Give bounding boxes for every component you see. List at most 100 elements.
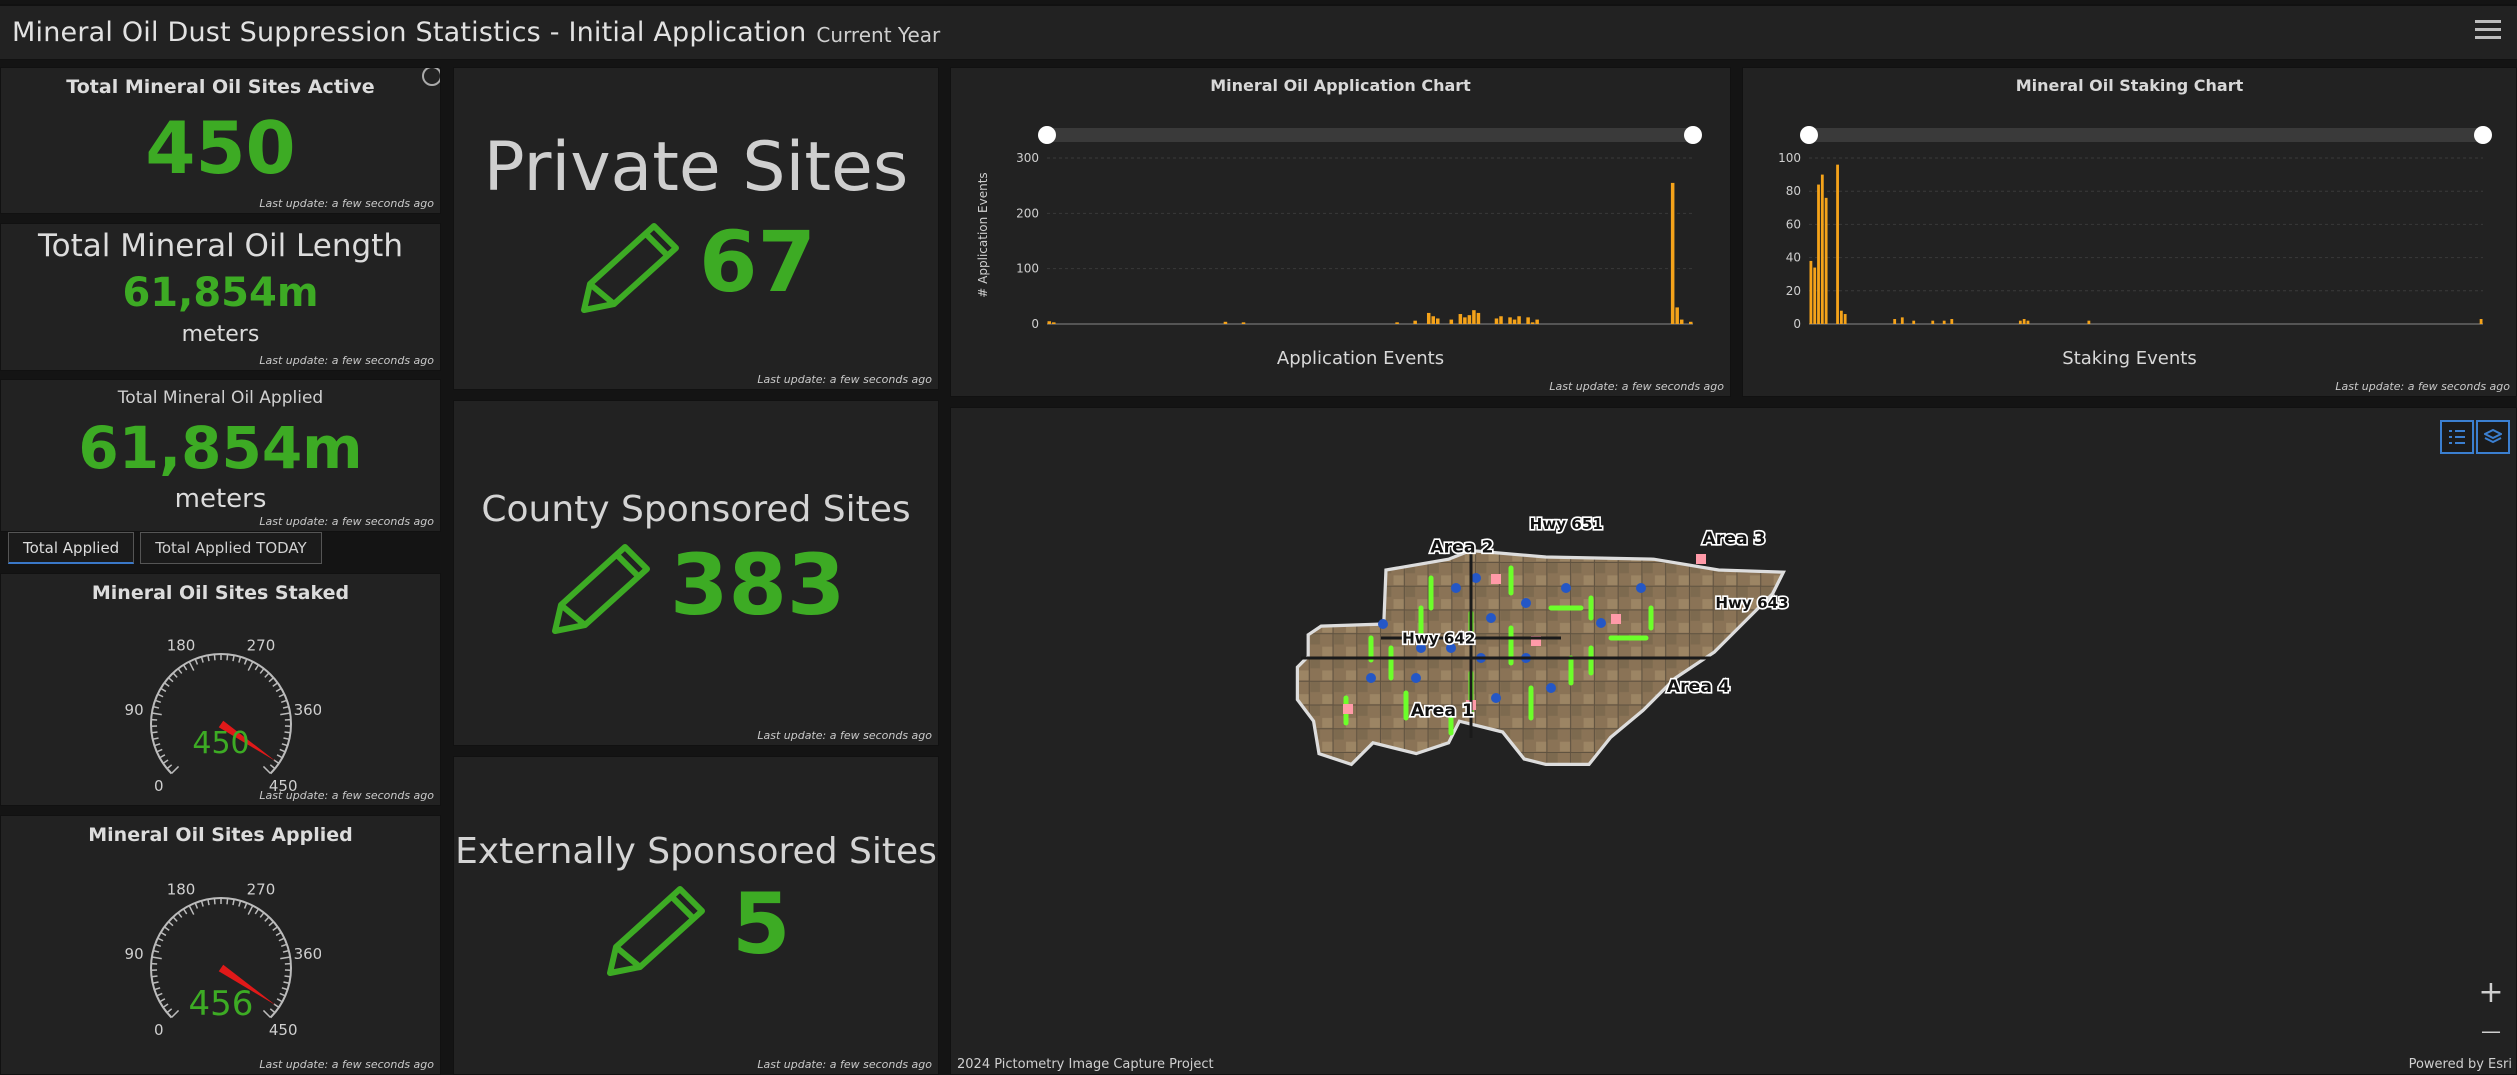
gauge-staked-tick [264, 672, 270, 678]
gauge-applied-tick-label: 360 [294, 945, 321, 963]
application-chart-ytick-label: 0 [1031, 317, 1039, 331]
powered-by-esri[interactable]: Powered by Esri [2409, 1057, 2512, 1072]
application-chart-bar[interactable] [1458, 314, 1463, 324]
map-canvas[interactable]: Area 1 Area 2 Area 3 Area 4 Hwy 651 Hwy … [951, 408, 2517, 1075]
gauge-staked-tick [280, 712, 291, 716]
tab-total-applied-today[interactable]: Total Applied TODAY [140, 532, 322, 564]
gauge-applied-tick [162, 1003, 169, 1008]
staking-chart-bar[interactable] [1893, 319, 1897, 324]
application-chart-bar[interactable] [1526, 317, 1530, 324]
staking-chart-bar[interactable] [1820, 174, 1824, 324]
gauge-applied-tick [153, 949, 160, 953]
application-chart-slider-start-handle[interactable] [1038, 126, 1056, 144]
gauge-staked-tick [238, 656, 242, 663]
gauge-staked-tick [182, 664, 188, 671]
gauge-staked-tick [200, 656, 204, 663]
gauge-staked-tick [153, 705, 160, 709]
application-chart-bar[interactable] [1517, 316, 1521, 324]
application-chart-bar[interactable] [1508, 317, 1512, 324]
application-chart-bar[interactable] [1395, 322, 1399, 324]
gauge-staked-label: Mineral Oil Sites Staked [91, 582, 350, 604]
gauge-applied-value: 456 [188, 984, 254, 1024]
staking-chart-bar[interactable] [1809, 260, 1813, 324]
gauge-applied-tick [283, 981, 290, 985]
gauge-applied-tick [264, 916, 270, 922]
staking-chart-bar[interactable] [1912, 320, 1916, 324]
application-chart-bar[interactable] [1670, 182, 1675, 324]
application-chart-bar[interactable] [1426, 312, 1431, 324]
gauge-applied-tick [157, 937, 164, 942]
staking-chart-panel: Mineral Oil Staking Chart 0 20 40 60 80 100 S… [1742, 67, 2517, 397]
application-chart-range-slider[interactable] [1047, 128, 1693, 142]
gauge-staked-tick [276, 754, 283, 759]
application-chart-bar[interactable] [1047, 321, 1052, 324]
staking-chart-slider-end-handle[interactable] [2474, 126, 2492, 144]
tab-total-applied[interactable]: Total Applied [8, 532, 135, 564]
map-label-area-4: Area 4 [1667, 677, 1730, 697]
staking-chart-bar[interactable] [1843, 314, 1847, 324]
zoom-out-button[interactable]: — [2474, 1016, 2508, 1048]
application-chart-bar[interactable] [1535, 319, 1539, 324]
gauge-staked-tick [156, 748, 163, 753]
application-chart-bar[interactable] [1675, 307, 1679, 324]
gauge-staked-tick [280, 699, 288, 704]
application-chart-bar[interactable] [1679, 319, 1684, 324]
gauge-applied-tick [275, 931, 282, 937]
application-chart-bar[interactable] [1512, 319, 1517, 324]
application-chart-bar[interactable] [1449, 319, 1454, 324]
private-sites-label: Private Sites [483, 128, 909, 207]
gauge-staked-tick [170, 765, 180, 775]
gauge-staked-tick [278, 693, 285, 698]
last-update-stamp: Last update: a few seconds ago [259, 1058, 434, 1071]
application-chart-bar[interactable] [1463, 317, 1467, 324]
staking-chart-bar[interactable] [1950, 319, 1954, 324]
last-update-stamp: Last update: a few seconds ago [259, 515, 434, 528]
legend-icon[interactable] [2440, 420, 2474, 454]
staking-chart-bar[interactable] [1839, 310, 1843, 324]
application-chart-slider-end-handle[interactable] [1684, 126, 1702, 144]
zoom-in-button[interactable]: + [2474, 978, 2508, 1010]
gauge-staked-tick [152, 737, 159, 741]
application-chart-bar[interactable] [1223, 321, 1228, 324]
gauge-applied-tick [268, 921, 275, 927]
staking-chart-bar[interactable] [1824, 197, 1828, 324]
menu-icon[interactable] [2475, 20, 2501, 42]
application-chart-bar[interactable] [1476, 312, 1481, 324]
staking-chart-range-slider[interactable] [1809, 128, 2483, 142]
map-label-area-2: Area 2 [1430, 538, 1493, 558]
staking-chart-bar[interactable] [1817, 184, 1820, 324]
application-chart-bar[interactable] [1436, 318, 1440, 324]
gauge-applied-tick [280, 943, 288, 948]
staking-chart-bar[interactable] [1900, 317, 1904, 324]
staking-chart-bar[interactable] [2018, 320, 2022, 324]
application-chart-bar[interactable] [1413, 320, 1417, 324]
staking-chart-bar[interactable] [2026, 320, 2030, 324]
staking-chart-slider-start-handle[interactable] [1800, 126, 1818, 144]
staking-chart-bar[interactable] [1942, 320, 1946, 324]
gauge-staked-tick [262, 765, 272, 775]
application-chart-bar[interactable] [1530, 322, 1535, 324]
layers-icon[interactable] [2476, 420, 2510, 454]
application-chart-bar[interactable] [1052, 322, 1056, 324]
application-chart-bar[interactable] [1499, 316, 1503, 324]
application-chart-bar[interactable] [1431, 316, 1436, 324]
gauge-applied-label: Mineral Oil Sites Applied [88, 824, 353, 846]
application-chart-bar[interactable] [1241, 322, 1246, 324]
application-chart-bar[interactable] [1494, 318, 1499, 324]
staking-chart-bar[interactable] [1931, 320, 1935, 324]
application-chart-bar[interactable] [1688, 321, 1693, 324]
staking-chart-bar[interactable] [2087, 320, 2091, 324]
expand-icon[interactable] [422, 68, 440, 86]
application-chart-bar[interactable] [1467, 315, 1472, 324]
staking-chart-bar[interactable] [1836, 164, 1839, 324]
staking-chart-bar[interactable] [2479, 319, 2483, 324]
map-panel[interactable]: Area 1 Area 2 Area 3 Area 4 Hwy 651 Hwy … [950, 407, 2517, 1075]
staking-chart-bar[interactable] [1813, 267, 1817, 324]
gauge-staked-tick [154, 699, 162, 704]
gauge-staked-tick-label: 360 [294, 701, 321, 719]
application-chart-bar[interactable] [1472, 310, 1476, 324]
staking-chart-bar[interactable] [2022, 319, 2026, 324]
kpi-active-value: 450 [145, 106, 296, 190]
application-chart: 0 100 200 300 [1016, 126, 1702, 331]
gauge-applied-tick [259, 912, 265, 918]
